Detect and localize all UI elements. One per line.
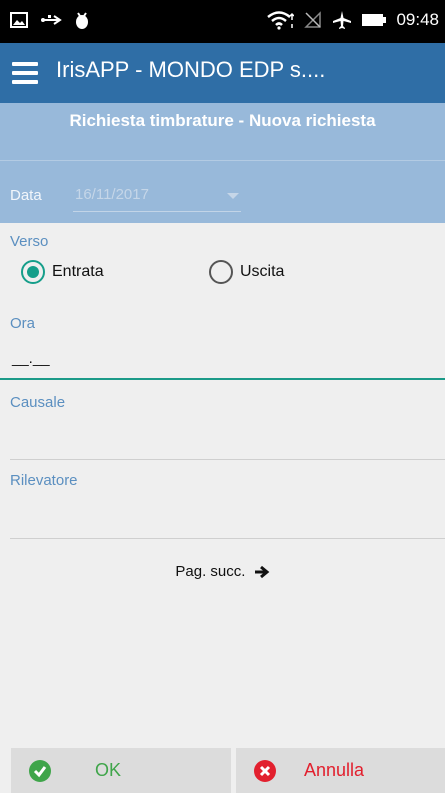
next-page-link[interactable]: Pag. succ.	[0, 563, 445, 580]
ora-label: Ora	[10, 315, 36, 332]
causale-label: Causale	[10, 394, 66, 411]
dropdown-caret-icon	[227, 193, 239, 199]
ok-button[interactable]: OK	[11, 748, 231, 793]
airplane-icon	[333, 11, 352, 29]
radio-entrata-label: Entrata	[52, 263, 104, 280]
check-icon	[29, 759, 51, 782]
rilevatore-label: Rilevatore	[10, 472, 78, 489]
rilevatore-divider	[10, 538, 445, 539]
ora-input-underline	[0, 378, 445, 380]
page-header: Richiesta timbrature - Nuova richiesta	[0, 103, 445, 160]
no-signal-icon	[304, 11, 322, 28]
close-icon	[254, 759, 276, 782]
hamburger-menu-icon[interactable]	[12, 62, 38, 84]
status-bar-right-icons: 09:48	[266, 10, 439, 30]
verso-label: Verso	[10, 233, 49, 250]
radio-checked-icon	[21, 260, 45, 284]
app-bar: IrisAPP - MONDO EDP s....	[0, 43, 445, 103]
date-select[interactable]: 16/11/2017	[73, 178, 241, 212]
causale-divider	[10, 459, 445, 460]
android-debug-icon	[76, 12, 88, 29]
next-page-label: Pag. succ.	[175, 563, 246, 580]
app-title: IrisAPP - MONDO EDP s....	[56, 57, 326, 82]
status-bar: 09:48	[0, 0, 445, 43]
page-title: Richiesta timbrature - Nuova richiesta	[69, 111, 376, 130]
image-icon	[10, 12, 28, 28]
radio-unchecked-icon	[209, 260, 233, 284]
ora-input[interactable]: __.__	[12, 350, 50, 367]
date-row: Data 16/11/2017	[0, 160, 445, 223]
footer-actions: OK Annulla	[0, 748, 445, 793]
battery-icon	[362, 14, 387, 26]
cancel-button[interactable]: Annulla	[236, 748, 445, 793]
radio-uscita[interactable]: Uscita	[209, 260, 284, 284]
usb-icon	[41, 15, 62, 25]
cancel-label: Annulla	[304, 760, 365, 780]
radio-uscita-label: Uscita	[240, 263, 285, 280]
radio-entrata[interactable]: Entrata	[21, 260, 104, 284]
date-label: Data	[10, 187, 42, 204]
status-time: 09:48	[396, 10, 439, 29]
ok-label: OK	[95, 760, 122, 780]
status-bar-left-icons	[10, 11, 90, 29]
arrow-right-icon	[254, 565, 269, 579]
wifi-icon	[267, 11, 295, 30]
date-value: 16/11/2017	[75, 186, 149, 203]
